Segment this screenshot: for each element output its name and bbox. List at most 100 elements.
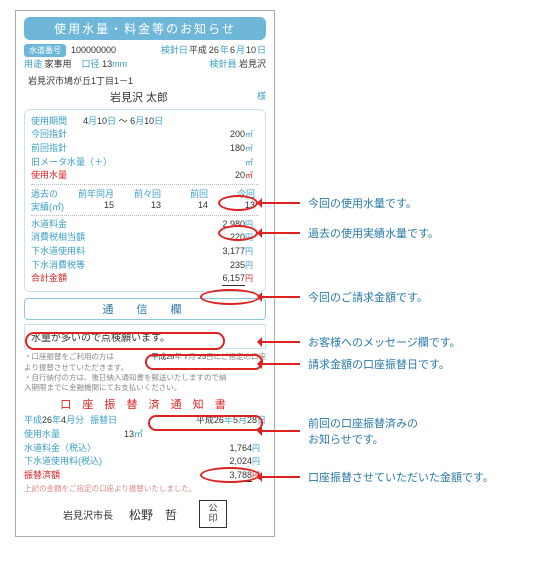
kensin-month: 6 (230, 44, 235, 57)
message-box: 水量が多いので点検願います。 (24, 324, 266, 349)
anno-4: お客様へのメッセージ欄です。 (260, 334, 461, 350)
shou2-val: 235 (230, 259, 245, 272)
note1a: ・口座振替をご利用の方は (24, 352, 114, 363)
total-label: 合計金額 (31, 272, 121, 285)
tr-shiyou: 13 (124, 428, 134, 441)
kensin-day: 10 (246, 44, 256, 57)
konkai-label: 今回指針 (31, 128, 121, 141)
tr-gesui: 2,024 (229, 455, 252, 468)
header-row-1: 水道番号 100000000 検針日 平成 26 年 6 月 10 日 (24, 44, 266, 57)
furikaebi-label: 振替日 (90, 414, 117, 427)
from-d: 10 (97, 115, 107, 128)
hist-2: 14 (165, 200, 212, 213)
tr-era1: 平成 (24, 414, 42, 427)
seal-stamp: 公印 (199, 500, 227, 528)
shou2-label: 下水消費税等 (31, 259, 121, 272)
unit-m3-4: ㎥ (245, 170, 259, 181)
tr-total-label: 振替済額 (24, 469, 124, 482)
koukei-label: 口径 (82, 58, 100, 71)
youto-label: 用途 (24, 58, 42, 71)
anno-3: 今回のご請求金額です。 (260, 289, 428, 305)
yen-5: 円 (245, 273, 259, 284)
debit-era: 平成 (151, 352, 166, 363)
anno-4-text: お客様へのメッセージ欄です。 (308, 334, 461, 350)
header-row-2: 用途 家事用 口径 13 mm 検針員 岩見沢 (24, 58, 266, 71)
anno-5: 請求金額の口座振替日です。 (260, 356, 450, 372)
shou-val: 220 (230, 231, 245, 244)
from-du: 日 (107, 115, 116, 128)
unit-m3: ㎥ (245, 129, 259, 140)
shou-label: 消費税相当額 (31, 231, 121, 244)
yen-3: 円 (245, 246, 259, 257)
tr-unit: ㎥ (134, 428, 143, 441)
zenkai-label: 前回指針 (31, 142, 121, 155)
to-d: 10 (144, 115, 154, 128)
period-sep: ～ (119, 115, 128, 128)
arrow-icon (260, 202, 300, 204)
tr-shiyou-label: 使用水量 (24, 428, 124, 441)
col-1: 前々回 (118, 187, 165, 200)
col-0: 前年同月 (71, 187, 118, 200)
tr-sui-label: 水道料金（税込） (24, 442, 124, 455)
transfer-title: 口 座 振 替 済 通 知 書 (24, 396, 266, 412)
debit-d: 25 (198, 352, 206, 363)
history-header: 過去の (31, 187, 71, 200)
youto: 家事用 (45, 58, 72, 71)
customer-name: 岩見沢 太郎 (110, 92, 168, 104)
bill-title: 使用水量・料金等のお知らせ (24, 17, 266, 40)
history-table: 過去の 前年同月 前々回 前回 今回 実績(㎥) 15 13 14 13 (31, 187, 259, 213)
tr-mu2: 月 (238, 414, 247, 427)
debit-mu: 月 (188, 352, 196, 363)
note-block: ・口座振替をご利用の方は 平成 26 年 7 月 25 日 にご指定の口座 より… (24, 352, 266, 393)
tr-yu2: 年 (224, 414, 233, 427)
tr-sui: 1,764 (229, 442, 252, 455)
bill-card: 使用水量・料金等のお知らせ 水道番号 100000000 検針日 平成 26 年… (15, 10, 275, 537)
note2: ・自行納付の方は、後日納入通知書を郵送いたしますので納 (24, 373, 266, 383)
comm-band: 通 信 欄 (24, 298, 266, 320)
anno-7-text: 口座振替させていただいた金額です。 (308, 469, 494, 485)
day-unit: 日 (257, 44, 266, 57)
kensinin-label: 検針員 (209, 58, 236, 71)
period-label: 使用期間 (31, 115, 67, 128)
unit-m3-2: ㎥ (245, 143, 259, 154)
total-val: 6,157 (222, 272, 245, 286)
anno-2-text: 過去の使用実績水量です。 (308, 225, 439, 241)
to-du: 日 (154, 115, 163, 128)
arrow-icon (260, 232, 300, 234)
kensinbi-label: 検針日 (161, 44, 188, 57)
tr-yu1: 年 (52, 414, 61, 427)
arrow-icon (260, 296, 300, 298)
tr-era2: 平成 (196, 414, 214, 427)
tr-bun: 月分 (66, 414, 84, 427)
suidou-bangou-label: 水道番号 (24, 44, 66, 57)
shiyou-label: 使用水量 (31, 169, 121, 182)
gesui-label: 下水道使用料 (31, 245, 121, 258)
anno-7: 口座振替させていただいた金額です。 (260, 469, 494, 485)
tr-y2: 26 (214, 414, 224, 427)
gesui-val: 3,177 (222, 245, 245, 258)
col-2: 前回 (165, 187, 212, 200)
mayor-title: 岩見沢市長 (63, 507, 113, 522)
tr-yen-2: 円 (252, 456, 266, 467)
anno-1: 今回の使用水量です。 (260, 195, 417, 211)
anno-3-text: 今回のご請求金額です。 (308, 289, 428, 305)
kyu-label: 旧メータ水量（＋） (31, 156, 141, 169)
sui-val: 2,980 (222, 218, 245, 231)
tr-y1: 26 (42, 414, 52, 427)
tr-gesui-label: 下水道使用料(税込) (24, 455, 124, 468)
to-mu: 月 (135, 115, 144, 128)
zenkai: 180 (230, 142, 245, 155)
month-unit: 月 (236, 44, 245, 57)
anno-1-text: 今回の使用水量です。 (308, 195, 417, 211)
note1c: より振替させていただきます。 (24, 363, 266, 373)
jisseki-label: 実績(㎥) (31, 200, 71, 213)
arrow-icon (260, 476, 300, 478)
usage-box: 使用期間 4 月 10 日 ～ 6 月 10 日 今回指針200㎥ 前回指針18… (24, 109, 266, 292)
suidou-bangou: 100000000 (71, 44, 116, 57)
kensinin: 岩見沢 (239, 58, 266, 71)
tr-total: 3,788 (229, 469, 252, 483)
kensin-year: 26 (209, 44, 219, 57)
yen-4: 円 (245, 260, 259, 271)
anno-5-text: 請求金額の口座振替日です。 (308, 356, 450, 372)
konkai: 200 (230, 128, 245, 141)
